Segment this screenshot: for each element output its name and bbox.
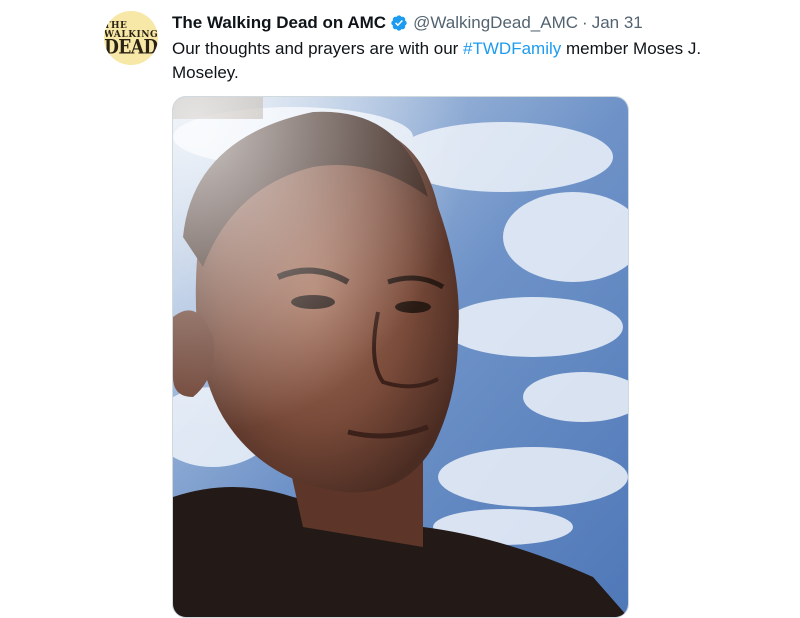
tweet: THE WALKING DEAD The Walking Dead on AMC… (0, 0, 800, 618)
hashtag-link[interactable]: #TWDFamily (463, 39, 561, 58)
separator-dot: · (582, 13, 588, 32)
tweet-text: Our thoughts and prayers are with our #T… (172, 37, 732, 85)
tweet-text-before: Our thoughts and prayers are with our (172, 39, 464, 58)
tweet-date[interactable]: Jan 31 (592, 13, 643, 33)
tweet-header: The Walking Dead on AMC @WalkingDead_AMC… (172, 11, 643, 35)
tweet-photo[interactable] (172, 96, 629, 618)
user-handle[interactable]: @WalkingDead_AMC (413, 13, 578, 33)
light-glare (173, 97, 628, 617)
verified-badge-icon (390, 14, 408, 32)
avatar-logo-line2: DEAD (104, 35, 158, 59)
avatar[interactable]: THE WALKING DEAD (104, 11, 158, 65)
display-name[interactable]: The Walking Dead on AMC (172, 13, 386, 33)
